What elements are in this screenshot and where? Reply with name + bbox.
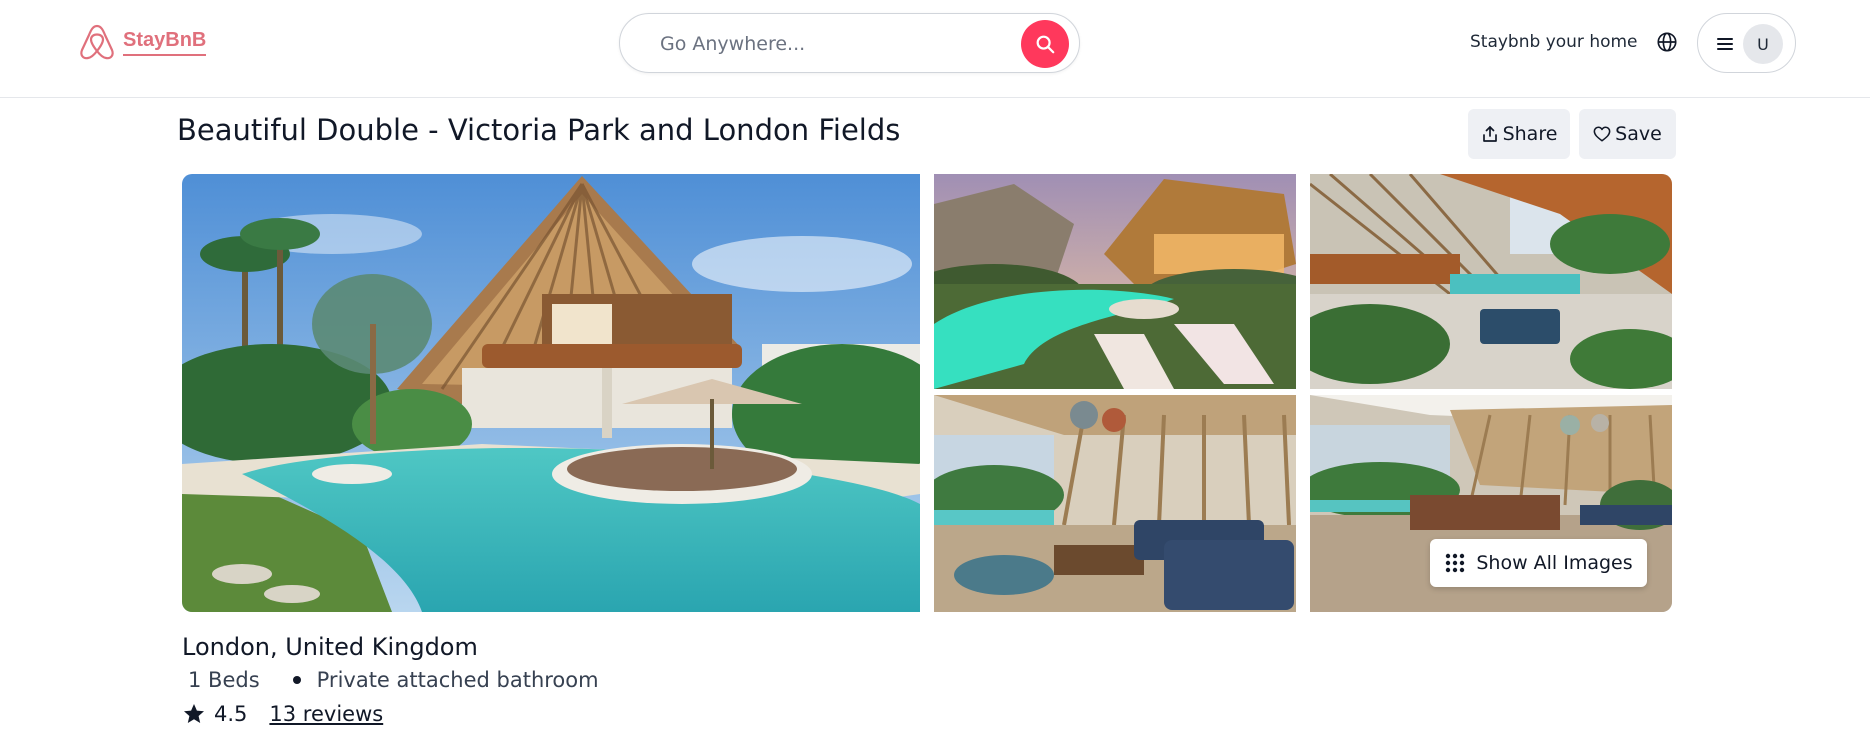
share-icon — [1482, 126, 1497, 142]
brand-logo[interactable]: StayBnB — [77, 22, 207, 62]
grid-dots-icon — [1446, 553, 1465, 573]
avatar: U — [1743, 24, 1783, 64]
show-all-images-button[interactable]: Show All Images — [1430, 539, 1647, 587]
listing-features: 1 Beds Private attached bathroom — [188, 668, 599, 692]
share-button[interactable]: Share — [1468, 109, 1570, 159]
gallery-photo-3[interactable] — [934, 395, 1296, 612]
listing-location: London, United Kingdom — [182, 633, 478, 661]
brand-name: StayBnB — [123, 29, 207, 56]
show-all-label: Show All Images — [1476, 552, 1633, 574]
main-photo[interactable] — [182, 174, 920, 612]
star-icon — [184, 704, 204, 723]
reviews-link[interactable]: 13 reviews — [269, 702, 383, 726]
bullet-separator — [292, 676, 301, 684]
search-bar — [619, 13, 1080, 73]
search-input[interactable] — [660, 30, 990, 58]
airbnb-logo-icon — [80, 24, 114, 60]
bathroom-feature: Private attached bathroom — [316, 668, 599, 692]
search-button[interactable] — [1021, 20, 1069, 68]
save-button[interactable]: Save — [1579, 109, 1676, 159]
rating-row: 4.5 13 reviews — [182, 702, 383, 726]
top-navbar: StayBnB Staybnb your home U — [0, 0, 1870, 98]
listing-title: Beautiful Double - Victoria Park and Lon… — [177, 113, 901, 147]
search-icon — [1036, 35, 1055, 54]
villa-pool-image — [182, 174, 920, 612]
gallery-photo-2[interactable] — [1310, 174, 1672, 389]
heart-icon — [1593, 126, 1611, 142]
dusk-pool-image — [934, 174, 1296, 389]
gallery-photo-1[interactable] — [934, 174, 1296, 389]
lounge-sofas-image — [934, 395, 1296, 612]
interior-lounge-image — [1310, 174, 1672, 389]
user-menu-button[interactable]: U — [1697, 13, 1796, 73]
hamburger-icon — [1717, 38, 1733, 50]
save-label: Save — [1615, 123, 1662, 145]
rating-value: 4.5 — [214, 702, 248, 726]
beds-count: 1 Beds — [188, 668, 260, 692]
host-link[interactable]: Staybnb your home — [1470, 32, 1638, 52]
share-label: Share — [1502, 123, 1558, 145]
globe-icon[interactable] — [1656, 31, 1678, 53]
